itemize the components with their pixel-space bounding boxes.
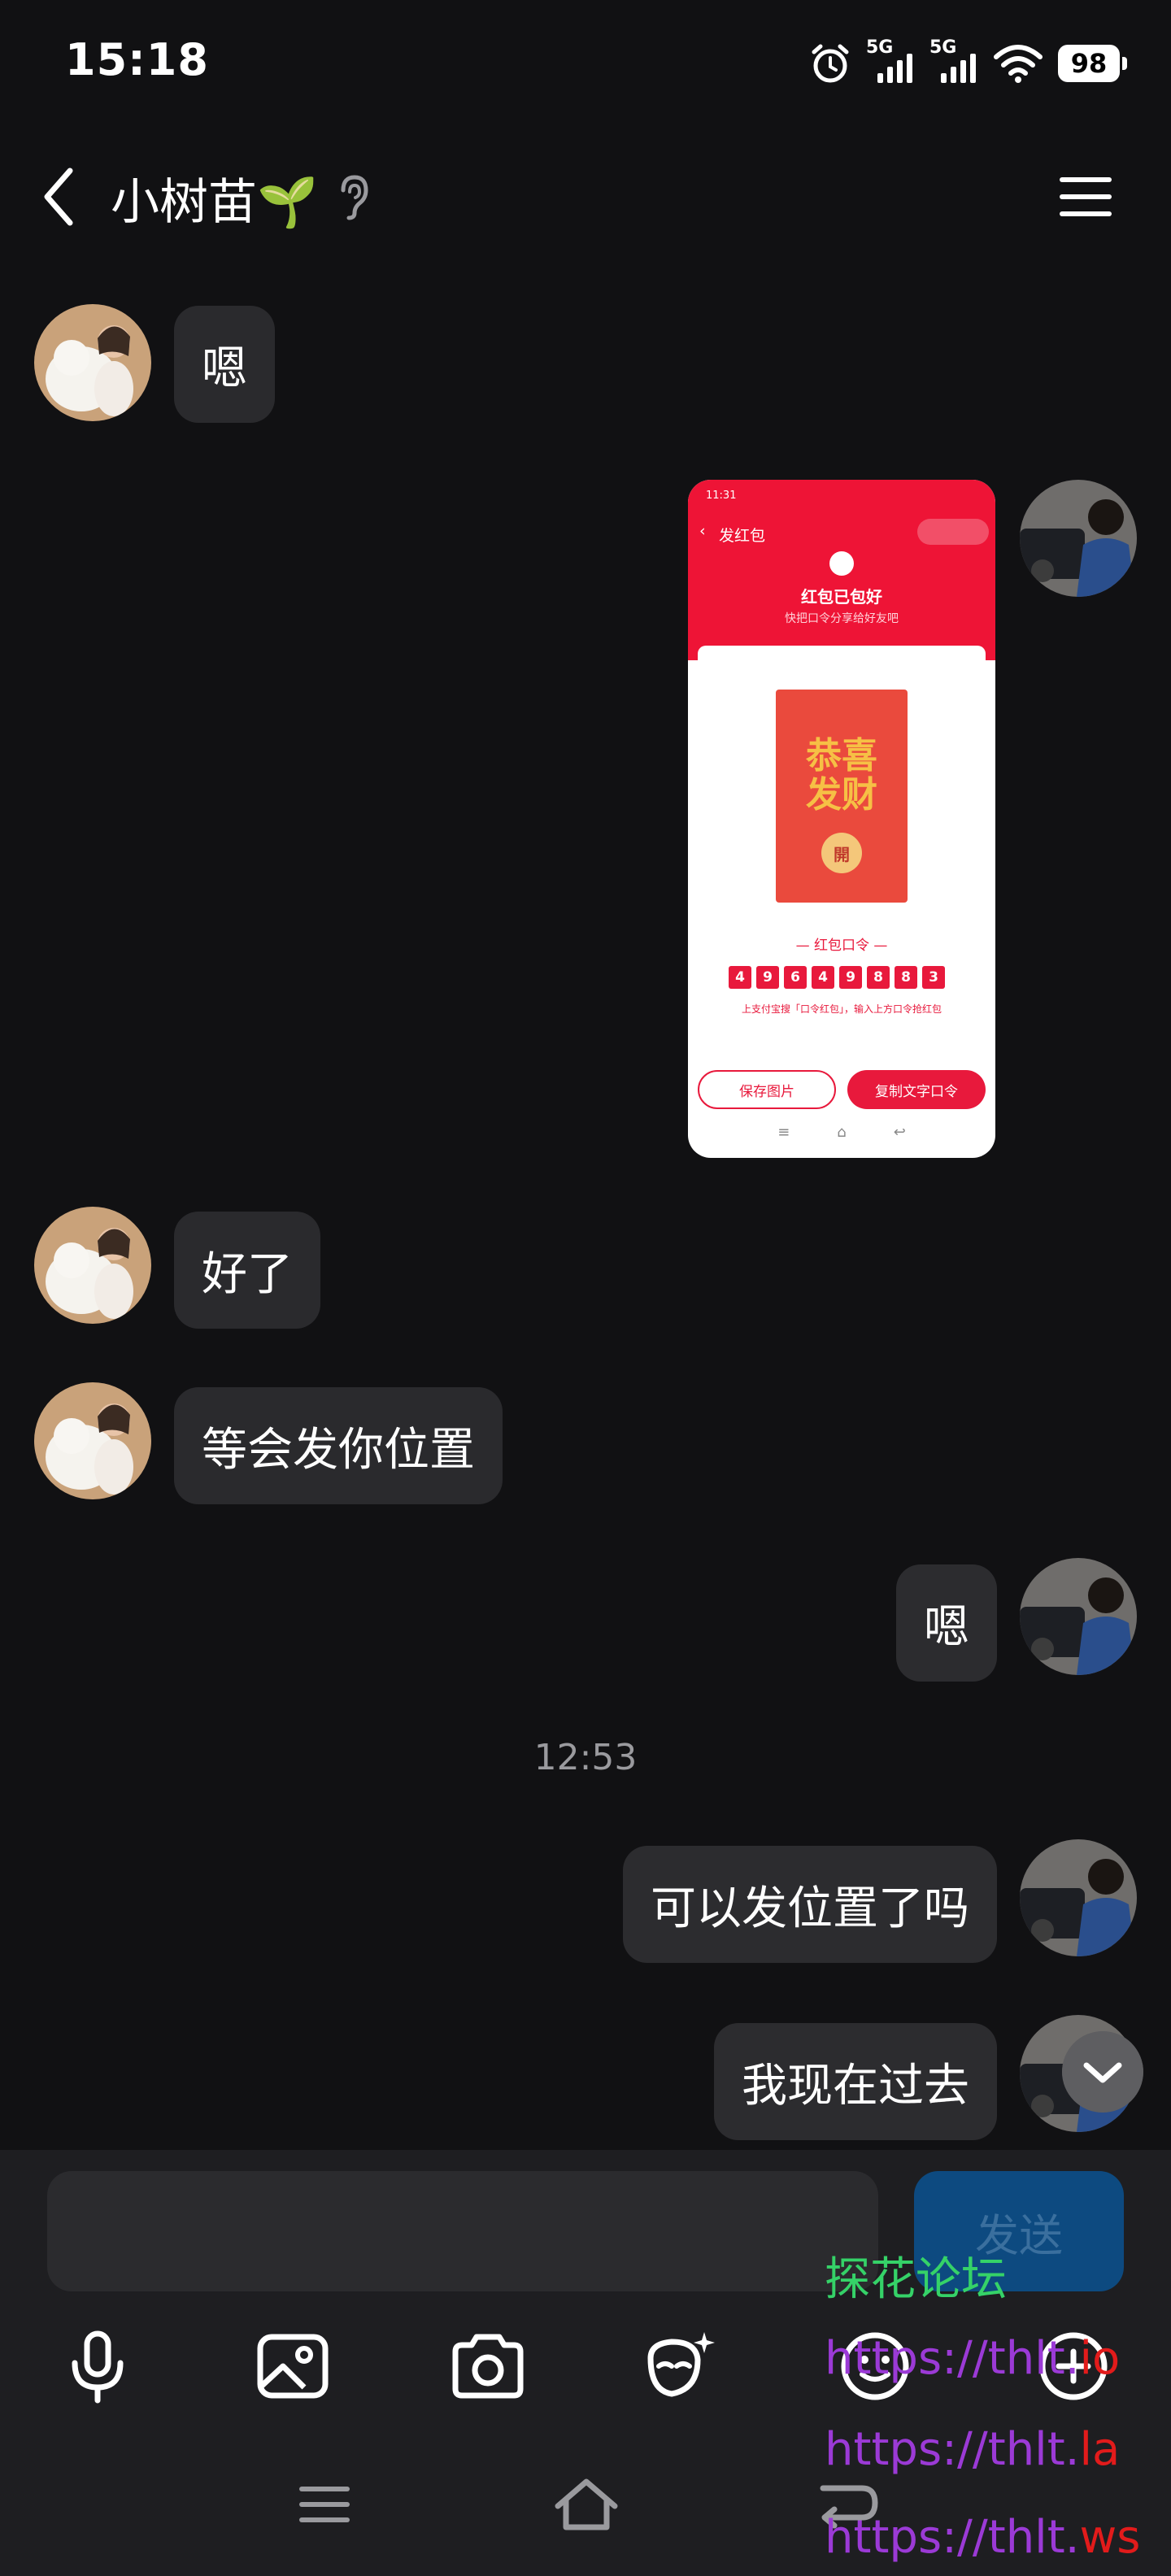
contact-avatar[interactable] — [34, 304, 151, 421]
code-digit: 3 — [922, 966, 945, 989]
my-avatar[interactable] — [1020, 1558, 1137, 1675]
message-bubble[interactable]: 我现在过去 — [714, 2023, 997, 2140]
code-digit: 8 — [895, 966, 917, 989]
mic-icon[interactable] — [57, 2326, 138, 2407]
envelope-open-button: 開 — [821, 833, 862, 873]
back-button[interactable] — [36, 164, 85, 229]
alarm-icon — [812, 44, 849, 83]
message-bubble[interactable]: 嗯 — [896, 1564, 997, 1682]
camera-icon[interactable] — [447, 2326, 529, 2407]
message-bubble[interactable]: 可以发位置了吗 — [623, 1846, 997, 1963]
home-button[interactable] — [550, 2472, 623, 2537]
image-status-time: 11:31 — [706, 490, 737, 502]
redpacket-image-message[interactable]: 11:31 ‹ 发红包 红包已包好 快把口令分享给好友吧 恭喜 发财 開 — 红… — [688, 480, 995, 1158]
menu-icon[interactable] — [1057, 172, 1114, 221]
copy-code-button: 复制文字口令 — [847, 1070, 986, 1109]
watermark-url-2: https://thlt.la — [825, 2423, 1121, 2476]
signal-icon-2: 5G — [929, 37, 978, 88]
image-subheading: 快把口令分享给好友吧 — [785, 612, 899, 625]
my-avatar[interactable] — [1020, 1839, 1137, 1956]
contact-avatar[interactable] — [34, 1382, 151, 1499]
battery-indicator: 98 — [1058, 45, 1127, 82]
code-digit: 6 — [784, 966, 807, 989]
code-digit: 8 — [867, 966, 890, 989]
redpacket-header: 11:31 ‹ 发红包 红包已包好 快把口令分享给好友吧 — [688, 480, 995, 660]
envelope-text-2: 发财 — [806, 774, 877, 816]
recent-apps-button[interactable] — [288, 2472, 361, 2537]
envelope-text-1: 恭喜 — [806, 735, 877, 777]
image-nav-title: 发红包 — [719, 527, 766, 545]
image-icon[interactable] — [252, 2326, 333, 2407]
code-title: — 红包口令 — — [795, 938, 888, 954]
message-bubble[interactable]: 等会发你位置 — [174, 1387, 503, 1504]
message-bubble[interactable]: 嗯 — [174, 306, 275, 423]
code-digits: 4 9 6 4 9 8 8 3 — [729, 966, 945, 989]
redpacket-envelope: 恭喜 发财 開 — [776, 690, 908, 903]
code-digit: 9 — [839, 966, 862, 989]
code-digit: 4 — [729, 966, 751, 989]
watermark-url-3: https://thlt.ws — [825, 2511, 1141, 2564]
code-digit: 4 — [812, 966, 834, 989]
save-image-button: 保存图片 — [698, 1070, 836, 1109]
signal-icon-1: 5G — [866, 37, 915, 88]
image-back-icon: ‹ — [699, 522, 706, 540]
wifi-icon — [994, 45, 1043, 83]
message-bubble[interactable]: 好了 — [174, 1212, 320, 1329]
image-heading: 红包已包好 — [801, 587, 882, 607]
chat-timestamp: 12:53 — [533, 1737, 638, 1778]
code-note: 上支付宝搜「口令红包」，输入上方口令抢红包 — [741, 1003, 942, 1015]
status-time: 15:18 — [65, 34, 209, 85]
contact-avatar[interactable] — [34, 1207, 151, 1324]
my-avatar[interactable] — [1020, 480, 1137, 597]
scroll-down-button[interactable] — [1062, 2031, 1143, 2113]
chat-title[interactable]: 小树苗🌱 — [111, 163, 318, 233]
watermark-url-1: https://thlt.io — [825, 2332, 1121, 2385]
image-capsule — [917, 519, 989, 545]
code-digit: 9 — [756, 966, 779, 989]
sticker-icon[interactable] — [639, 2326, 720, 2407]
image-system-nav: ≡ ⌂ ↩ — [777, 1124, 906, 1141]
check-icon — [829, 551, 854, 576]
watermark-title: 探花论坛 — [825, 2253, 1007, 2306]
ear-icon — [341, 175, 368, 220]
status-icons: 5G 5G 98 — [809, 37, 1127, 90]
message-input[interactable] — [47, 2171, 878, 2291]
